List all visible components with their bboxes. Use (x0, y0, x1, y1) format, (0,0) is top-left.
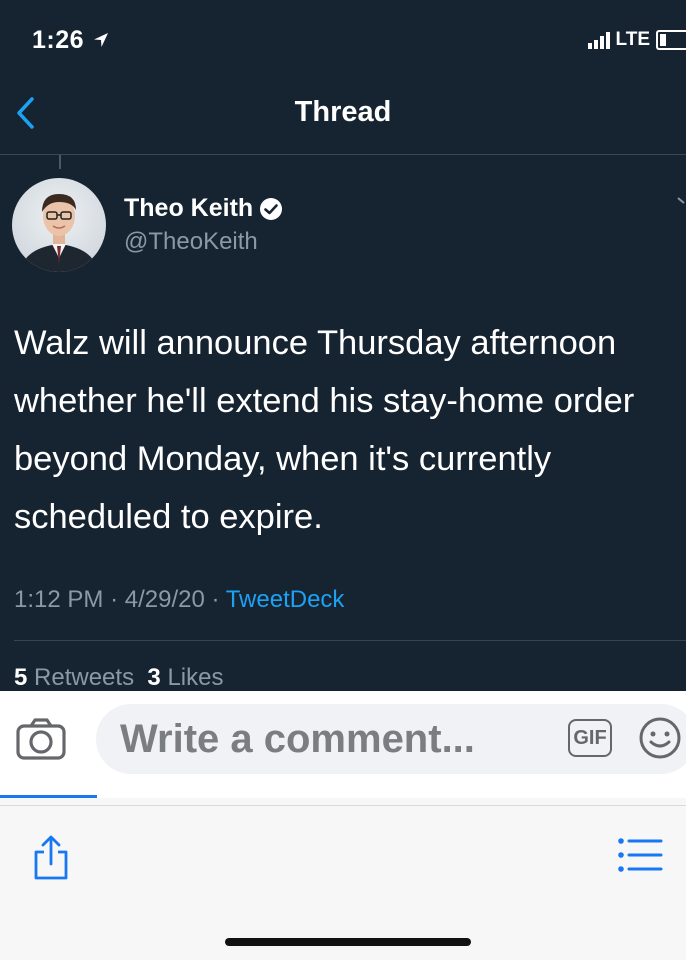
meta-separator: · (211, 586, 220, 613)
page-title: Thread (294, 96, 392, 128)
meta-separator: · (110, 586, 119, 613)
thread-connector-line (59, 155, 61, 169)
camera-icon (16, 718, 66, 760)
gif-button[interactable]: GIF (568, 719, 612, 757)
retweets-count: 5 (14, 664, 28, 691)
retweets-stat[interactable]: 5 Retweets (14, 664, 134, 691)
author-name-row[interactable]: Theo Keith (124, 194, 283, 223)
comment-box: GIF (96, 704, 686, 774)
avatar[interactable] (12, 178, 106, 272)
nav-bar: Thread (0, 82, 686, 155)
status-bar: 1:26 LTE (0, 0, 686, 82)
emoji-icon (639, 717, 681, 759)
author-display-name[interactable]: Theo Keith (124, 194, 253, 223)
tweet-text: Walz will announce Thursday afternoon wh… (14, 324, 635, 536)
share-icon (34, 835, 68, 880)
list-button[interactable] (617, 836, 663, 874)
tweet-meta: 1:12 PM · 4/29/20 · TweetDeck (14, 586, 344, 614)
status-time: 1:26 (32, 26, 110, 56)
cellular-signal-icon (587, 31, 610, 49)
verified-badge-icon (260, 197, 283, 220)
engagement-stats: 5 Retweets 3 Likes (14, 664, 223, 692)
location-arrow-icon (92, 27, 110, 56)
share-button[interactable] (28, 834, 74, 882)
camera-button[interactable] (15, 717, 67, 761)
likes-count: 3 (147, 664, 161, 691)
emoji-button[interactable] (638, 716, 682, 760)
chevron-down-icon[interactable] (676, 196, 686, 210)
likes-label: Likes (167, 664, 224, 691)
likes-stat[interactable]: 3 Likes (147, 664, 223, 691)
status-indicators: LTE (587, 28, 686, 52)
network-type: LTE (615, 29, 650, 50)
toolbar-divider (0, 805, 686, 806)
tweet-time: 1:12 PM (14, 586, 104, 613)
browser-toolbar (0, 798, 686, 960)
tweet-date: 4/29/20 (124, 586, 205, 613)
comment-input[interactable] (120, 714, 540, 764)
retweets-label: Retweets (34, 664, 135, 691)
clock-text: 1:26 (32, 26, 85, 54)
comment-bar: GIF (0, 691, 686, 798)
home-indicator[interactable] (225, 938, 471, 946)
list-icon (618, 838, 663, 872)
avatar-portrait (20, 194, 98, 272)
author-handle[interactable]: @TheoKeith (124, 228, 258, 256)
tweet-source-link[interactable]: TweetDeck (226, 586, 345, 613)
battery-icon (656, 30, 686, 50)
divider (14, 640, 686, 641)
